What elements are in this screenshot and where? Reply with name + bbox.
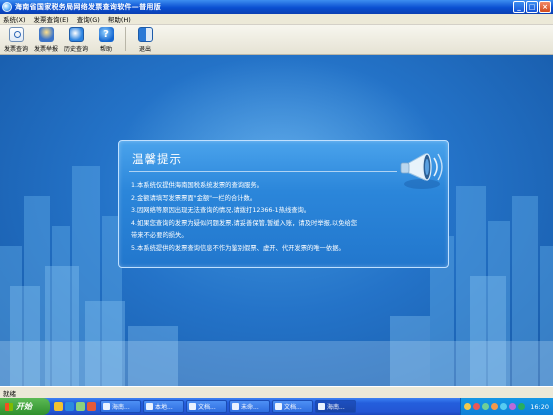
window-title: 海南省国家税务局网络发票查询软件—普用版 [15,3,161,11]
invoice-query-button[interactable]: 发票查询 [1,27,31,54]
menu-invoice-query[interactable]: 发票查询(E) [34,14,69,24]
close-button[interactable]: × [539,1,551,13]
status-bar: 就绪 [0,386,553,398]
notice-line: 带来不必要的损失。 [131,232,188,239]
notice-line: 5.本系统提供的发票查询信息不作为鉴别假票、虚开、代开发票的唯一依据。 [131,244,345,252]
history-query-label: 历史查询 [63,46,88,53]
taskbar-item-active[interactable]: 海南... [315,400,356,413]
main-area: 温馨提示 1.本系统仅提供海南国税系统发票的查询服务。 2.金额请填写发票票面"… [0,55,553,386]
taskbar-item-label: 文档... [198,404,216,411]
window-icon [275,403,282,410]
minimize-button[interactable]: _ [513,1,525,13]
taskbar-item[interactable]: 本地... [143,400,184,413]
taskbar-item[interactable]: 未命... [229,400,270,413]
taskbar-item-label: 文档... [284,404,302,411]
window-controls: _ □ × [513,1,551,13]
window-icon [318,403,325,410]
tray-icon[interactable] [500,403,507,410]
invoice-report-button[interactable]: 发票举报 [31,27,61,54]
toolbar-divider [125,27,126,51]
tray-icon[interactable] [464,403,471,410]
menu-bar: 系统(X) 发票查询(E) 查询(G) 帮助(H) [0,14,553,25]
quick-launch [54,402,96,411]
system-tray: 16:20 [460,398,553,415]
history-icon [68,27,84,42]
taskbar-item-label: 海南... [112,404,130,411]
taskbar-item-label: 海南... [327,404,345,411]
start-label: 开始 [16,402,32,411]
folder-icon[interactable] [54,402,63,411]
status-text: 就绪 [3,389,16,398]
exit-label: 退出 [138,46,151,53]
notice-line: 1.本系统仅提供海南国税系统发票的查询服务。 [131,182,263,189]
toolbar: 发票查询 发票举报 历史查询 ? 帮助 退出 [0,25,553,55]
notice-line: 2.金额请填写发票票面"金额"一栏的合计数。 [131,194,257,202]
megaphone-icon [400,153,443,189]
window-icon [146,403,153,410]
clock[interactable]: 16:20 [530,403,549,411]
notice-line: 3.因网络等原因出现无法查询的情况,请拨打12366-1热线查询。 [131,207,311,214]
notice-divider [129,171,397,172]
windows-logo-icon [5,402,13,411]
help-label: 帮助 [99,46,112,53]
menu-query[interactable]: 查询(G) [77,14,100,24]
tray-icon[interactable] [518,403,525,410]
history-query-button[interactable]: 历史查询 [61,27,91,54]
taskbar-item[interactable]: 文档... [272,400,313,413]
exit-button[interactable]: 退出 [130,27,160,54]
window-icon [232,403,239,410]
invoice-query-label: 发票查询 [3,46,28,53]
notice-line: 4.如果您查询的发票为疑似问题发票,请妥善保管,暂缓入账，请及时举报,以免给您 [131,219,358,227]
notice-title: 温馨提示 [132,152,182,166]
help-icon: ? [98,27,114,42]
tray-icon[interactable] [473,403,480,410]
help-button[interactable]: ? 帮助 [91,27,121,54]
window-icon [189,403,196,410]
exit-icon [137,27,153,42]
tray-icon[interactable] [509,403,516,410]
browser-icon[interactable] [65,402,74,411]
taskbar: 开始 海南... 本地... 文档... 未命... 文档... 海南... 1… [0,398,553,415]
invoice-report-label: 发票举报 [33,46,58,53]
search-icon [8,27,24,42]
app-logo-icon [2,2,12,12]
menu-help[interactable]: 帮助(H) [108,14,131,24]
taskbar-item-label: 未命... [241,404,259,411]
start-button[interactable]: 开始 [0,398,50,415]
taskbar-item[interactable]: 文档... [186,400,227,413]
notice-list: 1.本系统仅提供海南国税系统发票的查询服务。 2.金额请填写发票票面"金额"一栏… [131,180,403,255]
menu-system[interactable]: 系统(X) [3,14,26,24]
report-icon [38,27,54,42]
maximize-button[interactable]: □ [526,1,538,13]
taskbar-item[interactable]: 海南... [100,400,141,413]
desktop-icon[interactable] [76,402,85,411]
media-icon[interactable] [87,402,96,411]
title-bar: 海南省国家税务局网络发票查询软件—普用版 _ □ × [0,0,553,14]
taskbar-item-label: 本地... [155,404,173,411]
window-icon [103,403,110,410]
notice-panel: 温馨提示 1.本系统仅提供海南国税系统发票的查询服务。 2.金额请填写发票票面"… [118,140,449,268]
tray-icon[interactable] [491,403,498,410]
tray-icon[interactable] [482,403,489,410]
